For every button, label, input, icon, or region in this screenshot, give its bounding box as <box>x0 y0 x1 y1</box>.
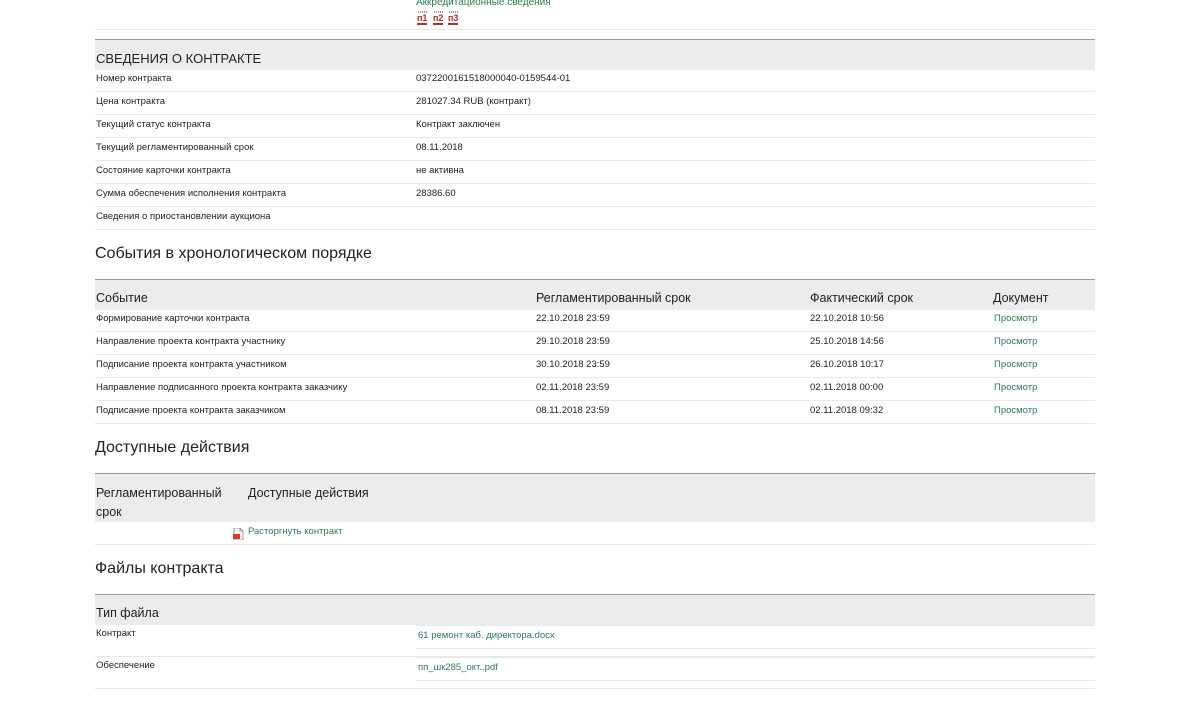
reg-deadline: 22.10.2018 23:59 <box>536 313 610 324</box>
badge-p1[interactable]: п1 <box>417 13 428 25</box>
view-document-link[interactable]: Просмотр <box>994 405 1037 416</box>
col-reg-deadline: Регламентированный срок <box>536 291 691 305</box>
divider <box>95 331 1095 332</box>
row-value: 281027.34 RUB (контракт) <box>416 96 531 107</box>
event-name: Формирование карточки контракта <box>96 313 250 324</box>
row-value: 0372200161518000040-0159544-01 <box>416 73 571 84</box>
events-table-header: Событие Регламентированный срок Фактичес… <box>95 279 1095 310</box>
actual-deadline: 02.11.2018 09:32 <box>810 405 884 416</box>
row-label: Сведения о приостановлении аукциона <box>96 211 271 222</box>
divider <box>95 114 1095 115</box>
pdf-icon[interactable] <box>233 527 244 541</box>
actual-deadline: 26.10.2018 10:17 <box>810 359 884 370</box>
row-label: Текущий статус контракта <box>96 119 211 130</box>
col-file-type: Тип файла <box>96 606 159 620</box>
event-name: Подписание проекта контракта участником <box>96 359 287 370</box>
divider <box>95 137 1095 138</box>
events-title: События в хронологическом порядке <box>95 245 372 262</box>
view-document-link[interactable]: Просмотр <box>994 336 1037 347</box>
file-type: Контракт <box>96 628 136 639</box>
row-value: Контракт заключен <box>416 119 501 130</box>
event-name: Направление подписанного проекта контрак… <box>96 382 348 393</box>
terminate-contract-link[interactable]: Расторгнуть контракт <box>248 526 343 537</box>
event-name: Направление проекта контракта участнику <box>96 336 286 347</box>
actual-deadline: 22.10.2018 10:56 <box>810 313 884 324</box>
badge-p3[interactable]: п3 <box>448 13 459 25</box>
files-table-header: Тип файла <box>95 594 1095 625</box>
accreditation-link[interactable]: Аккредитационные сведения <box>416 0 551 8</box>
view-document-link[interactable]: Просмотр <box>994 359 1037 370</box>
reg-deadline: 29.10.2018 23:59 <box>536 336 610 347</box>
actual-deadline: 02.11.2018 00:00 <box>810 382 884 393</box>
col-event: Событие <box>96 291 148 305</box>
divider <box>95 544 1095 545</box>
event-name: Подписание проекта контракта заказчиком <box>96 405 286 416</box>
contract-info-header: СВЕДЕНИЯ О КОНТРАКТЕ <box>95 39 1095 70</box>
reg-deadline: 08.11.2018 23:59 <box>536 405 610 416</box>
file-type: Обеспечение <box>96 660 155 671</box>
contract-info-title: СВЕДЕНИЯ О КОНТРАКТЕ <box>96 51 262 66</box>
file-line <box>416 680 1095 681</box>
view-document-link[interactable]: Просмотр <box>994 382 1037 393</box>
badge-p2[interactable]: п2 <box>433 13 444 25</box>
row-value: 28386.60 <box>416 188 456 199</box>
row-label: Цена контракта <box>96 96 165 107</box>
row-label: Состояние карточки контракта <box>96 165 231 176</box>
divider <box>95 354 1095 355</box>
divider <box>95 91 1095 92</box>
file-link[interactable]: 61 ремонт каб. директора.docx <box>418 630 555 641</box>
row-label: Сумма обеспечения исполнения контракта <box>96 188 287 199</box>
row-value: 08.11.2018 <box>416 142 463 153</box>
divider <box>95 160 1095 161</box>
actions-table-header: Регламентированный срок Доступные действ… <box>95 473 1095 522</box>
col-reg-deadline-line2: срок <box>96 505 122 519</box>
col-available-actions: Доступные действия <box>248 486 369 500</box>
row-value: не активна <box>416 165 464 176</box>
divider <box>95 206 1095 207</box>
file-link[interactable]: пп_шк285_окт..pdf <box>418 662 498 673</box>
row-label: Номер контракта <box>96 73 172 84</box>
row-label: Текущий регламентированный срок <box>96 142 254 153</box>
col-reg-deadline-line1: Регламентированный <box>96 486 222 500</box>
divider <box>95 423 1095 424</box>
divider <box>95 229 1095 230</box>
divider <box>95 688 1095 689</box>
file-line <box>416 625 1095 626</box>
file-line <box>416 657 1095 658</box>
reg-deadline: 02.11.2018 23:59 <box>536 382 610 393</box>
files-title: Файлы контракта <box>95 560 224 577</box>
divider <box>95 400 1095 401</box>
file-line <box>416 648 1095 649</box>
divider <box>95 29 1095 30</box>
view-document-link[interactable]: Просмотр <box>994 313 1037 324</box>
reg-deadline: 30.10.2018 23:59 <box>536 359 610 370</box>
actions-title: Доступные действия <box>95 439 250 456</box>
divider <box>95 377 1095 378</box>
col-document: Документ <box>993 291 1049 305</box>
actual-deadline: 25.10.2018 14:56 <box>810 336 884 347</box>
divider <box>95 183 1095 184</box>
col-actual-deadline: Фактический срок <box>810 291 914 305</box>
